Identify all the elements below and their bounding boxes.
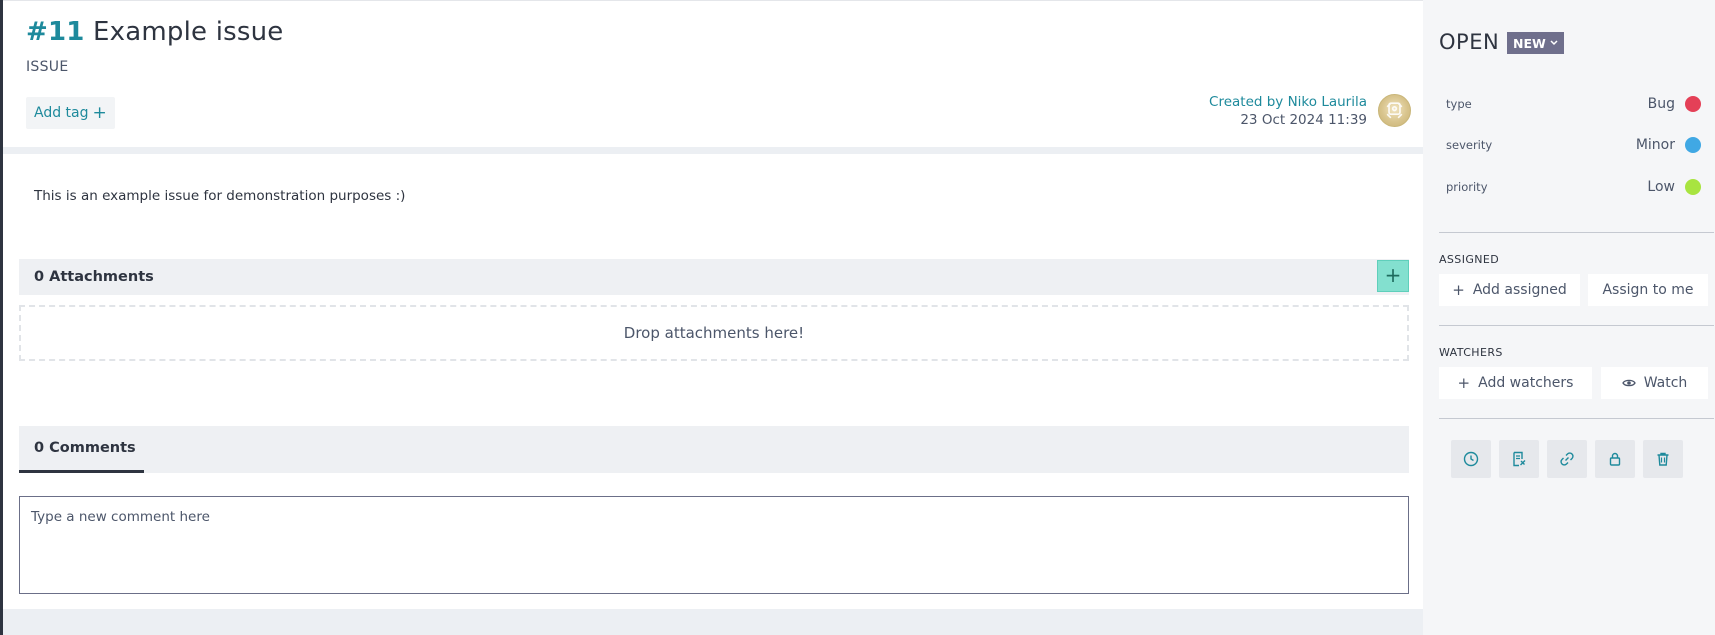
created-info: Created by Niko Laurila 23 Oct 2024 11:3… [1209,93,1367,129]
issue-status: OPEN [1439,30,1500,54]
attachments-dropzone[interactable]: Drop attachments here! [19,305,1409,361]
issue-title: #11 Example issue [26,17,284,47]
trash-icon [1657,452,1669,466]
assign-to-me-label: Assign to me [1602,282,1694,298]
assign-to-me-button[interactable]: Assign to me [1588,274,1708,306]
issue-sidebar: OPEN NEW type Bug severity Minor priorit… [1423,0,1715,635]
issue-title-text[interactable]: Example issue [93,17,283,47]
attribute-key: severity [1446,138,1493,152]
header-divider [3,147,1423,154]
attribute-priority[interactable]: priority Low [1446,177,1701,197]
issue-ref: #11 [26,17,85,47]
watch-button[interactable]: Watch [1601,367,1708,399]
status-dropdown[interactable]: NEW [1507,32,1564,54]
issue-header: #11 Example issue ISSUE Add tag + Create… [3,1,1423,147]
add-assigned-button[interactable]: + Add assigned [1439,274,1580,306]
link-icon [1560,452,1574,466]
add-watchers-label: Add watchers [1478,375,1574,391]
add-watchers-button[interactable]: + Add watchers [1439,367,1592,399]
avatar[interactable] [1378,94,1411,127]
attribute-key: type [1446,97,1472,111]
comment-input[interactable] [19,496,1409,594]
delete-button[interactable] [1643,440,1683,478]
divider [1439,418,1714,419]
plus-icon: + [1452,281,1465,299]
lock-button[interactable] [1595,440,1635,478]
clock-icon [1463,451,1479,467]
attribute-value: Bug [1647,96,1675,112]
dropzone-text: Drop attachments here! [623,324,805,342]
add-assigned-label: Add assigned [1472,282,1567,298]
footer-band [3,609,1423,635]
edit-document-button[interactable] [1499,440,1539,478]
attribute-key: priority [1446,180,1488,194]
divider [1439,325,1714,326]
lock-icon [1609,452,1621,466]
plus-icon: + [1457,374,1471,392]
link-button[interactable] [1547,440,1587,478]
comments-bar: 0 Comments [19,426,1409,473]
chevron-down-icon [1550,40,1558,46]
plus-icon: + [92,102,107,123]
created-by[interactable]: Created by Niko Laurila [1209,93,1367,111]
tab-comments[interactable]: 0 Comments [19,426,144,473]
created-date: 23 Oct 2024 11:39 [1240,112,1367,128]
status-color-dot [1685,179,1701,195]
issue-actions [1451,440,1683,478]
eye-icon [1621,379,1636,387]
attribute-type[interactable]: type Bug [1446,94,1701,114]
issue-kind: ISSUE [26,59,69,75]
divider [1439,232,1714,233]
attachments-title: 0 Attachments [34,269,154,285]
edit-document-icon [1513,451,1526,467]
status-color-dot [1685,96,1701,112]
add-attachment-button[interactable]: + [1377,260,1409,292]
due-date-button[interactable] [1451,440,1491,478]
attribute-value: Minor [1635,137,1675,153]
add-tag-button[interactable]: Add tag + [26,97,115,129]
assigned-label: ASSIGNED [1439,253,1500,266]
issue-main: #11 Example issue ISSUE Add tag + Create… [3,0,1423,635]
avatar-pattern-icon [1386,102,1403,119]
attribute-value: Low [1647,179,1675,195]
watch-label: Watch [1643,375,1688,391]
attribute-severity[interactable]: severity Minor [1446,135,1701,155]
attachments-bar: 0 Attachments + [19,259,1409,295]
status-badge-label: NEW [1513,35,1546,51]
issue-description[interactable]: This is an example issue for demonstrati… [34,188,405,204]
status-color-dot [1685,137,1701,153]
watchers-label: WATCHERS [1439,346,1503,359]
add-tag-label: Add tag [34,105,89,121]
